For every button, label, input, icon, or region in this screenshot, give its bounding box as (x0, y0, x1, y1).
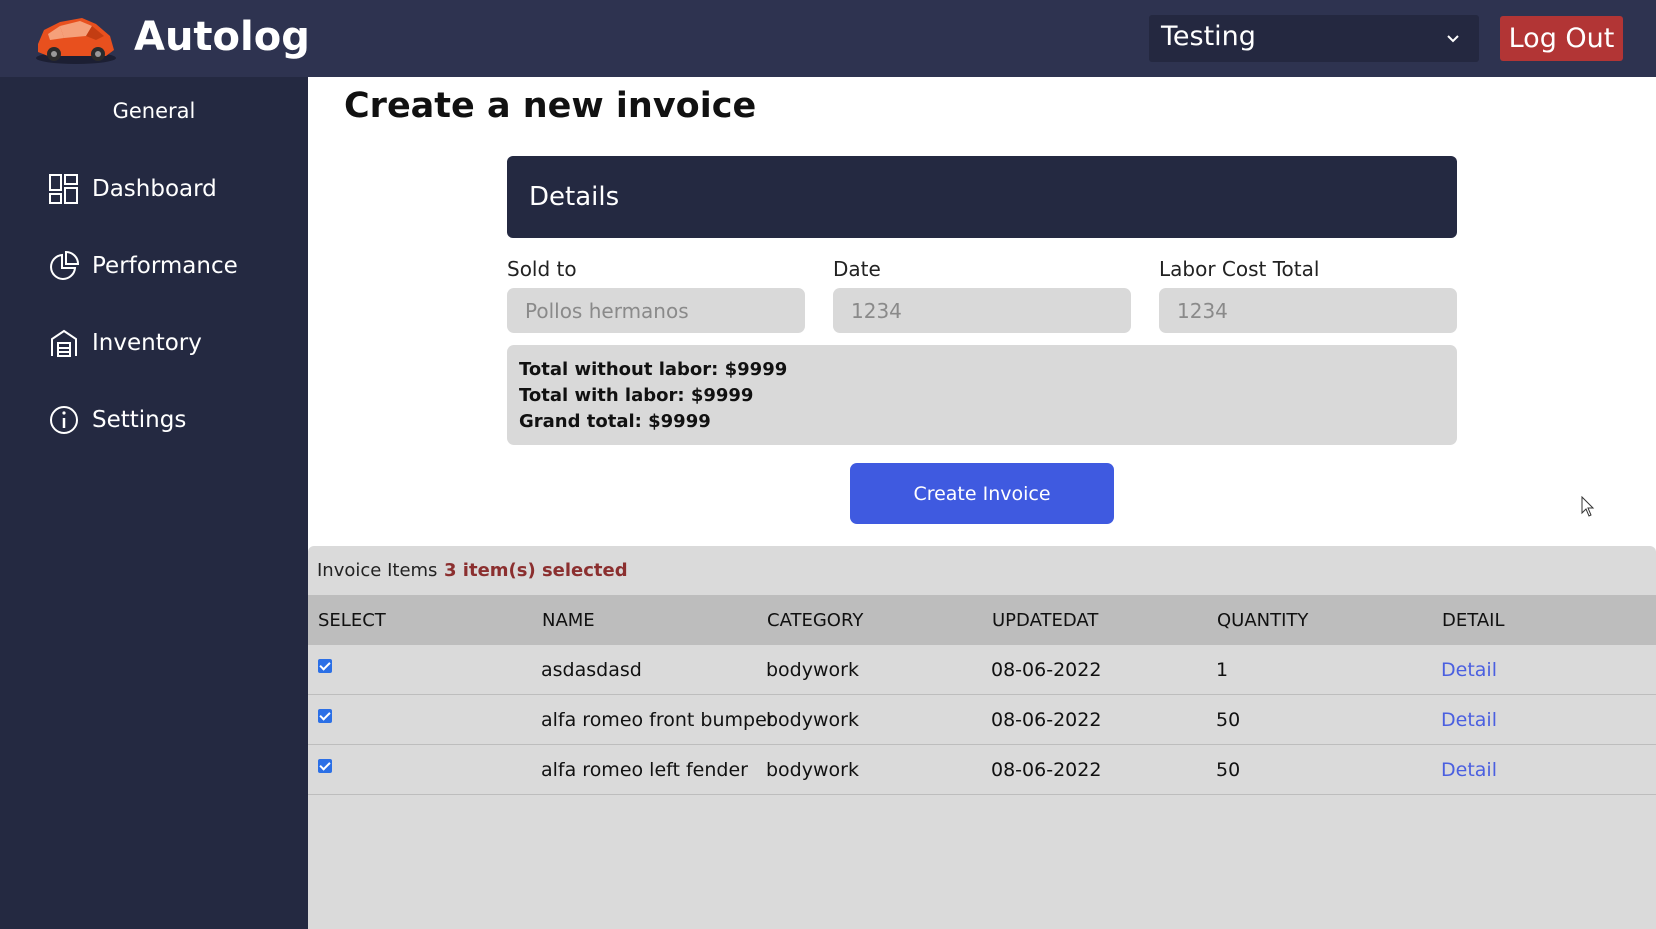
workspace-select-value: Testing (1161, 21, 1256, 52)
details-title: Details (529, 182, 620, 212)
column-header[interactable]: NAME (542, 610, 595, 631)
total-without-labor: Total without labor: $9999 (519, 359, 788, 380)
sidebar-item-settings[interactable]: Settings (48, 400, 288, 440)
sidebar-item-dashboard[interactable]: Dashboard (48, 169, 288, 209)
details-header: Details (507, 156, 1457, 238)
sold-to-input[interactable] (507, 288, 805, 333)
row-checkbox[interactable] (318, 759, 332, 773)
row-checkbox[interactable] (318, 659, 332, 673)
column-header[interactable]: DETAIL (1442, 610, 1504, 631)
row-checkbox[interactable] (318, 709, 332, 723)
cell-updated: 08-06-2022 (991, 659, 1102, 681)
cell-updated: 08-06-2022 (991, 759, 1102, 781)
column-header[interactable]: SELECT (318, 610, 386, 631)
sidebar-item-inventory[interactable]: Inventory (48, 323, 288, 363)
mouse-cursor-icon (1581, 496, 1595, 517)
selected-count: 3 item(s) selected (444, 560, 628, 581)
column-header[interactable]: QUANTITY (1217, 610, 1308, 631)
labor-cost-input[interactable] (1159, 288, 1457, 333)
brand-name: Autolog (134, 14, 310, 60)
detail-link[interactable]: Detail (1441, 659, 1497, 681)
cell-name: alfa romeo front bumper (541, 709, 775, 731)
invoice-items-panel: Invoice Items 3 item(s) selected SELECT … (308, 546, 1656, 929)
grand-total: Grand total: $9999 (519, 411, 711, 432)
cell-category: bodywork (766, 709, 859, 731)
date-input[interactable] (833, 288, 1131, 333)
totals-box: Total without labor: $9999 Total with la… (507, 345, 1457, 445)
top-bar: Autolog Testing Log Out (0, 0, 1656, 77)
detail-link[interactable]: Detail (1441, 759, 1497, 781)
sidebar-item-performance[interactable]: Performance (48, 246, 288, 286)
table-row: alfa romeo front bumper bodywork 08-06-2… (308, 695, 1656, 745)
chevron-down-icon (1447, 35, 1459, 43)
total-with-labor: Total with labor: $9999 (519, 385, 754, 406)
cell-name: alfa romeo left fender (541, 759, 748, 781)
dashboard-icon (49, 174, 78, 204)
detail-link[interactable]: Detail (1441, 709, 1497, 731)
labor-cost-label: Labor Cost Total (1159, 257, 1320, 281)
pie-chart-icon (50, 250, 80, 280)
cell-quantity: 50 (1216, 709, 1241, 731)
warehouse-icon (51, 329, 77, 357)
sidebar: General Dashboard Performance Inventory (0, 77, 308, 929)
sidebar-item-label: Inventory (92, 330, 202, 356)
cell-category: bodywork (766, 659, 859, 681)
table-row: asdasdasd bodywork 08-06-2022 1 Detail (308, 645, 1656, 695)
invoice-items-title: Invoice Items (317, 560, 438, 581)
workspace-select[interactable]: Testing (1149, 15, 1479, 62)
cell-name: asdasdasd (541, 659, 642, 681)
page-title: Create a new invoice (344, 86, 757, 126)
cell-quantity: 1 (1216, 659, 1229, 681)
sidebar-heading: General (112, 99, 196, 123)
table-header: SELECT NAME CATEGORY UPDATEDAT QUANTITY … (308, 595, 1656, 645)
column-header[interactable]: UPDATEDAT (992, 610, 1098, 631)
main-content: Create a new invoice Details Sold to Dat… (308, 77, 1656, 929)
column-header[interactable]: CATEGORY (767, 610, 863, 631)
sidebar-item-label: Performance (92, 253, 238, 279)
create-invoice-button[interactable]: Create Invoice (850, 463, 1114, 524)
table-row: alfa romeo left fender bodywork 08-06-20… (308, 745, 1656, 795)
date-label: Date (833, 257, 881, 281)
logout-button[interactable]: Log Out (1500, 16, 1623, 61)
sidebar-item-label: Dashboard (92, 176, 217, 202)
cell-category: bodywork (766, 759, 859, 781)
sidebar-item-label: Settings (92, 407, 187, 433)
cell-quantity: 50 (1216, 759, 1241, 781)
sold-to-label: Sold to (507, 257, 577, 281)
info-icon (50, 406, 78, 434)
car-logo[interactable] (30, 8, 120, 68)
cell-updated: 08-06-2022 (991, 709, 1102, 731)
